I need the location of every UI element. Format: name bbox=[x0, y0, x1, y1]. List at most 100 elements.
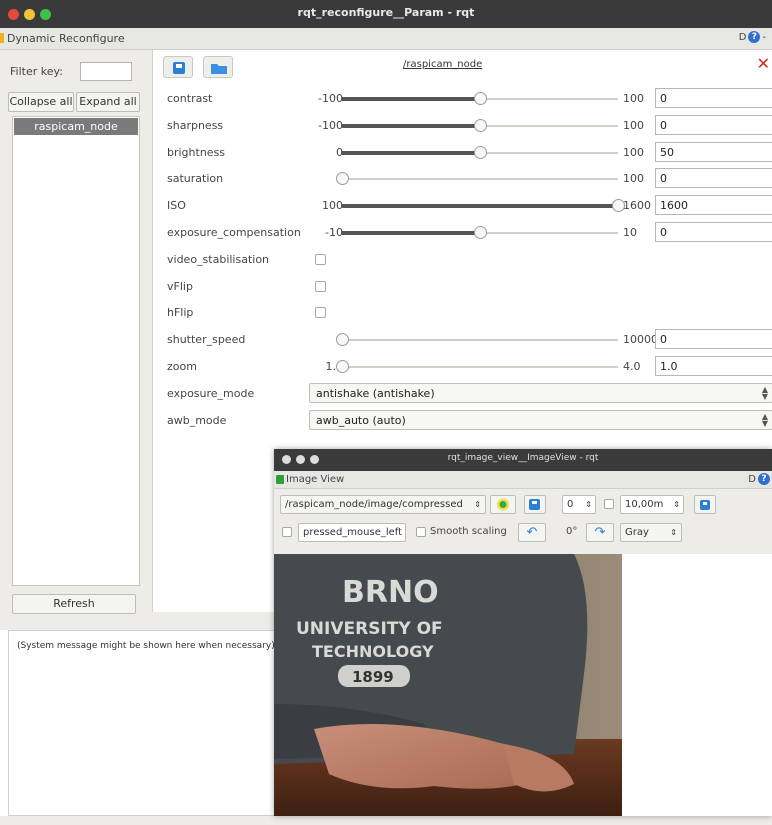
rate-spinbox-value: 10,00m bbox=[625, 499, 664, 510]
param-slider[interactable] bbox=[342, 145, 618, 159]
save-image-button[interactable] bbox=[524, 495, 546, 514]
param-slider[interactable] bbox=[342, 199, 625, 213]
image-view-plugin-title: Image View bbox=[286, 474, 345, 485]
slider-handle[interactable] bbox=[336, 360, 349, 373]
hoodie-line-3: TECHNOLOGY bbox=[312, 642, 434, 661]
param-min: -100 bbox=[318, 118, 343, 132]
param-row-hflip: hFlip bbox=[167, 302, 772, 324]
param-slider[interactable] bbox=[342, 226, 618, 239]
camera-image[interactable]: BRNO UNIVERSITY OF TECHNOLOGY 1899 bbox=[274, 554, 622, 816]
refresh-button[interactable]: Refresh bbox=[12, 594, 136, 614]
filter-key-input[interactable] bbox=[80, 62, 132, 81]
param-row-brightness: brightness 0 100 50 bbox=[167, 141, 772, 164]
spin-arrows-icon: ⇕ bbox=[673, 500, 680, 509]
rate-spinbox[interactable]: 10,00m ⇕ bbox=[620, 495, 684, 514]
slider-handle[interactable] bbox=[336, 333, 349, 347]
param-combo-value: awb_auto (auto) bbox=[316, 413, 406, 427]
plugin-icon bbox=[0, 33, 4, 43]
save-rate-button[interactable] bbox=[694, 495, 716, 514]
param-value-input[interactable]: 0 bbox=[655, 88, 772, 108]
param-checkbox[interactable] bbox=[315, 307, 326, 319]
param-label: zoom bbox=[167, 360, 197, 373]
image-view-plugin-icon bbox=[276, 475, 284, 484]
slider-fill bbox=[342, 123, 480, 128]
mouse-topic-input[interactable]: pressed_mouse_left bbox=[298, 523, 406, 542]
param-label: saturation bbox=[167, 172, 224, 186]
save-icon bbox=[173, 62, 185, 74]
param-slider[interactable] bbox=[342, 92, 618, 105]
smooth-scaling-checkbox[interactable] bbox=[416, 527, 426, 537]
image-view-title-bar[interactable]: rqt_image_view__ImageView - rqt bbox=[274, 449, 772, 471]
topic-select-value: /raspicam_node/image/compressed bbox=[285, 499, 463, 510]
param-row-sharpness: sharpness -100 100 0 bbox=[167, 114, 772, 137]
open-button[interactable] bbox=[203, 56, 233, 78]
param-value-input[interactable]: 1.0 bbox=[655, 356, 772, 376]
chevron-updown-icon: ▲ ▼ bbox=[761, 411, 768, 428]
param-row-saturation: saturation01000 bbox=[167, 168, 772, 190]
iv-plugin-controls: D ? bbox=[748, 473, 770, 485]
slider-handle[interactable] bbox=[474, 118, 487, 132]
iv-dock-icon[interactable]: D bbox=[748, 474, 756, 485]
param-value-input[interactable]: 0 bbox=[655, 168, 772, 189]
refresh-topics-button[interactable] bbox=[490, 495, 516, 514]
slider-fill bbox=[342, 231, 480, 235]
slider-handle[interactable] bbox=[474, 92, 487, 105]
main-title-bar[interactable]: rqt_reconfigure__Param - rqt bbox=[0, 0, 772, 28]
close-node-icon[interactable]: ✕ bbox=[757, 54, 770, 73]
minimize-plugin-button[interactable]: - bbox=[762, 32, 766, 43]
param-checkbox[interactable] bbox=[315, 280, 326, 292]
filter-key-label: Filter key: bbox=[10, 65, 63, 78]
param-value-input[interactable]: 0 bbox=[655, 329, 772, 350]
param-combo-value: antishake (antishake) bbox=[316, 386, 435, 400]
dock-icon[interactable]: D bbox=[739, 32, 747, 43]
param-slider[interactable] bbox=[336, 360, 618, 373]
rotate-right-button[interactable]: ↷ bbox=[586, 523, 614, 542]
rate-checkbox[interactable] bbox=[604, 499, 614, 509]
status-bar bbox=[0, 816, 772, 825]
param-value-input[interactable]: 0 bbox=[655, 222, 772, 242]
save-button[interactable] bbox=[163, 56, 193, 78]
number-spinbox[interactable]: 0 ⇕ bbox=[562, 495, 596, 514]
param-combo[interactable]: antishake (antishake) ▲ ▼ bbox=[309, 382, 772, 403]
param-max: 100 bbox=[623, 92, 644, 105]
param-min: -100 bbox=[318, 92, 343, 105]
image-view-window-title: rqt_image_view__ImageView - rqt bbox=[447, 453, 599, 463]
smooth-scaling-label: Smooth scaling bbox=[430, 526, 507, 537]
param-value-input[interactable]: 1600 bbox=[655, 195, 772, 216]
image-view-plugin-header: Image View D ? bbox=[274, 471, 772, 489]
collapse-all-button[interactable]: Collapse all bbox=[8, 92, 74, 112]
help-icon[interactable]: ? bbox=[748, 31, 761, 43]
slider-handle[interactable] bbox=[474, 226, 487, 239]
slider-handle[interactable] bbox=[336, 172, 349, 186]
param-label: shutter_speed bbox=[167, 333, 246, 347]
image-view-window[interactable]: rqt_image_view__ImageView - rqt Image Vi… bbox=[274, 449, 772, 816]
param-slider[interactable] bbox=[336, 333, 618, 347]
slider-handle[interactable] bbox=[474, 145, 487, 159]
mouse-publish-checkbox[interactable] bbox=[282, 527, 292, 537]
param-row-exposure_mode: exposure_mode antishake (antishake) ▲ ▼ bbox=[167, 382, 772, 405]
param-max: 4.0 bbox=[623, 360, 641, 373]
color-scheme-select[interactable]: Gray ⇕ bbox=[620, 523, 682, 542]
slider-fill bbox=[342, 204, 618, 209]
param-slider[interactable] bbox=[336, 172, 618, 186]
param-slider[interactable] bbox=[342, 118, 618, 132]
param-row-exposure_compensation: exposure_compensation -10 10 0 bbox=[167, 222, 772, 244]
iv-help-icon[interactable]: ? bbox=[758, 473, 770, 485]
param-row-video_stabilisation: video_stabilisation bbox=[167, 249, 772, 271]
param-row-awb_mode: awb_mode awb_auto (auto) ▲ ▼ bbox=[167, 409, 772, 432]
param-value-input[interactable]: 50 bbox=[655, 141, 772, 162]
node-item-raspicam[interactable]: raspicam_node bbox=[14, 118, 138, 135]
chevron-updown-icon: ⇕ bbox=[474, 500, 481, 509]
param-value-input[interactable]: 0 bbox=[655, 114, 772, 135]
image-view-empty-area bbox=[622, 554, 772, 816]
rotate-left-button[interactable]: ↶ bbox=[518, 523, 546, 542]
param-label: brightness bbox=[167, 145, 226, 159]
topic-select[interactable]: /raspicam_node/image/compressed ⇕ bbox=[280, 495, 486, 514]
expand-all-button[interactable]: Expand all bbox=[76, 92, 140, 112]
save-icon bbox=[529, 499, 540, 510]
param-combo[interactable]: awb_auto (auto) ▲ ▼ bbox=[309, 409, 772, 430]
plugin-header: Dynamic Reconfigure D ? - bbox=[0, 28, 772, 50]
param-label: video_stabilisation bbox=[167, 252, 270, 266]
param-max: 100 bbox=[623, 145, 644, 159]
param-checkbox[interactable] bbox=[315, 253, 326, 265]
